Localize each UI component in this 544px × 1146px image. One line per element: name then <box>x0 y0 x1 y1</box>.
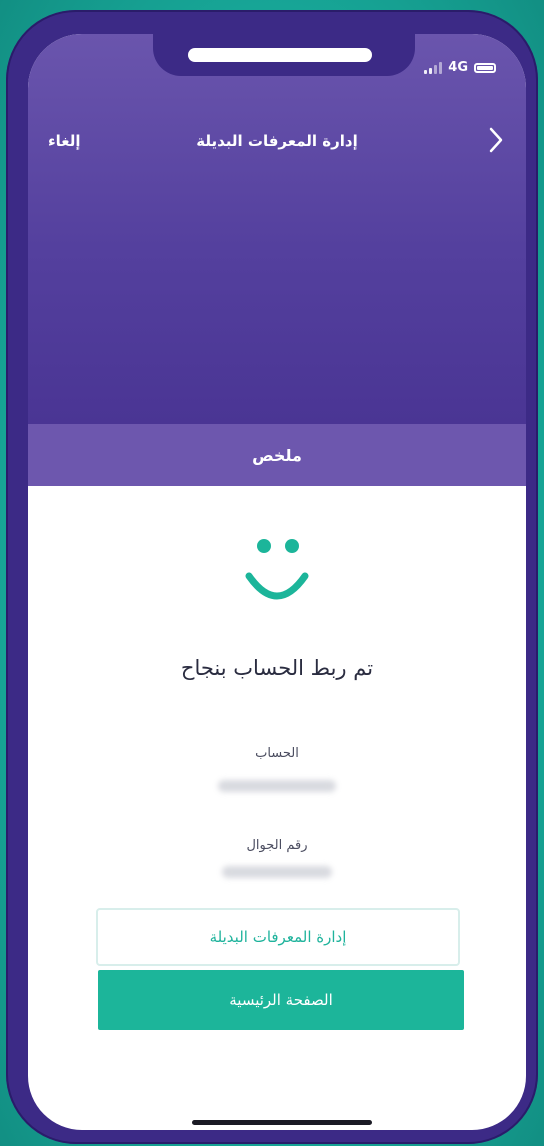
home-button-label: الصفحة الرئيسية <box>229 991 333 1009</box>
signal-icon <box>424 61 443 74</box>
manage-identifiers-label: إدارة المعرفات البديلة <box>209 928 347 946</box>
phone-screen: 4G إلغاء إدارة المعرفات البديلة ملخص تم … <box>28 34 526 1130</box>
battery-icon <box>474 62 496 73</box>
phone-value-redacted <box>222 866 332 878</box>
smiley-icon <box>245 539 309 600</box>
summary-label: ملخص <box>252 445 302 465</box>
nav-bar: إلغاء إدارة المعرفات البديلة <box>28 126 526 160</box>
phone-frame: 4G إلغاء إدارة المعرفات البديلة ملخص تم … <box>6 10 538 1144</box>
speaker-grille <box>188 48 372 62</box>
page-title: إدارة المعرفات البديلة <box>196 132 358 150</box>
network-label: 4G <box>448 60 468 75</box>
phone-label: رقم الجوال <box>246 838 308 853</box>
summary-bar: ملخص <box>28 424 526 486</box>
chevron-right-icon[interactable] <box>484 126 508 154</box>
account-value-redacted <box>218 780 336 792</box>
home-indicator <box>192 1120 372 1125</box>
account-label: الحساب <box>255 746 299 761</box>
manage-identifiers-button[interactable]: إدارة المعرفات البديلة <box>96 908 460 966</box>
header-area: 4G إلغاء إدارة المعرفات البديلة <box>28 34 526 424</box>
success-title: تم ربط الحساب بنجاح <box>180 656 374 680</box>
status-bar: 4G <box>424 60 496 75</box>
home-button[interactable]: الصفحة الرئيسية <box>98 970 464 1030</box>
